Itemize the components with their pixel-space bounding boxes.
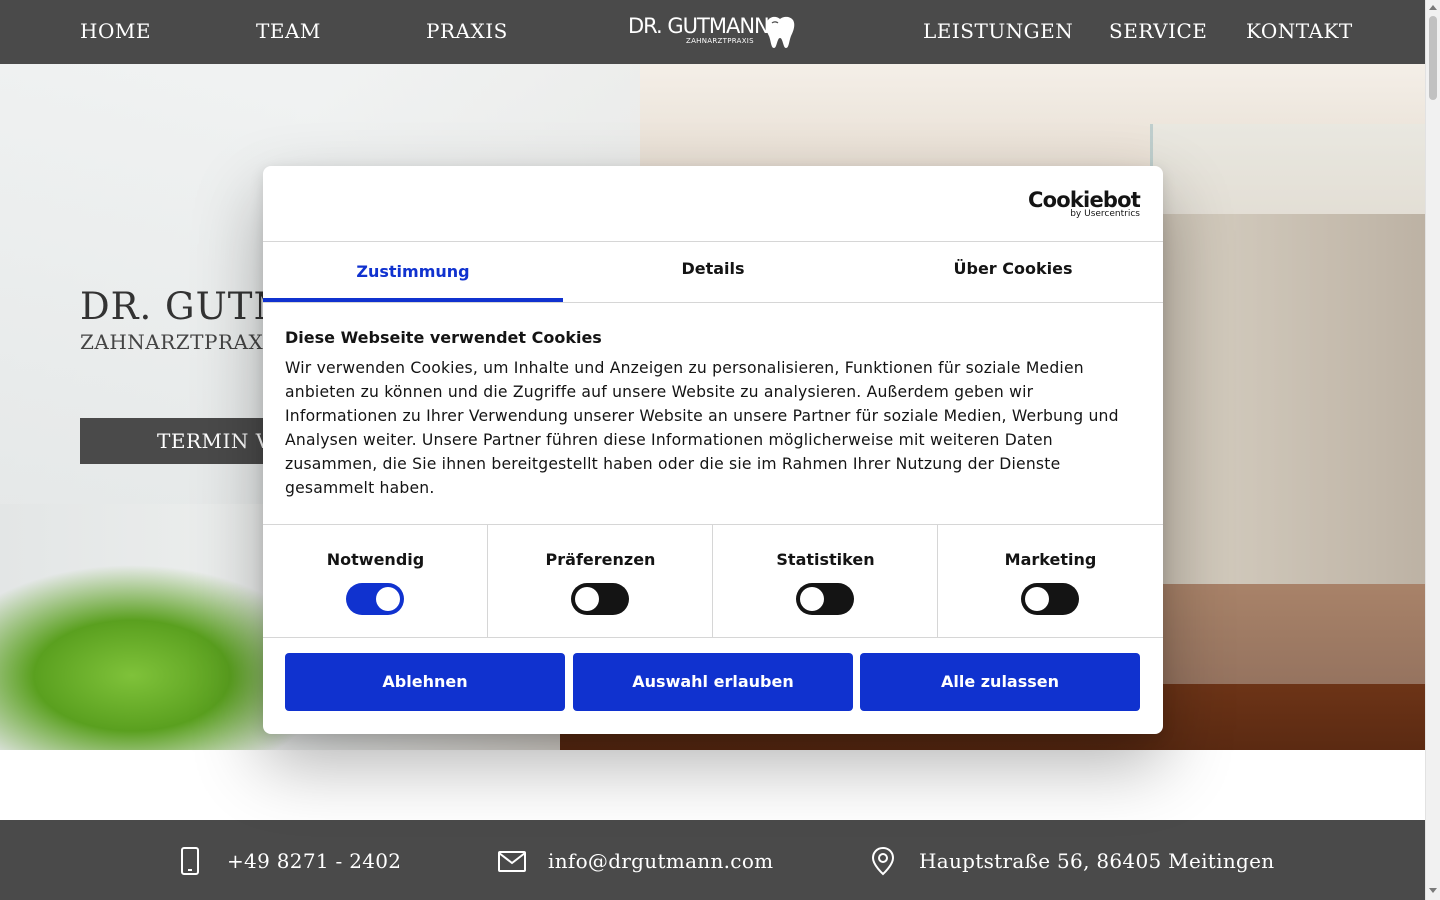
page-scrollbar[interactable] (1425, 0, 1440, 900)
nav-service[interactable]: SERVICE (1109, 18, 1207, 44)
toggle-knob (800, 587, 824, 611)
decline-button[interactable]: Ablehnen (285, 653, 565, 711)
cookie-dialog-tabs: Zustimmung Details Über Cookies (263, 242, 1163, 303)
toggle-knob (376, 587, 400, 611)
smartphone-icon (181, 847, 199, 875)
cookie-dialog-title: Diese Webseite verwendet Cookies (285, 328, 602, 347)
toggle-knob (575, 587, 599, 611)
contact-email[interactable]: info@drgutmann.com (497, 845, 773, 877)
scroll-up-arrow-icon[interactable] (1429, 5, 1437, 10)
consent-categories: Notwendig Präferenzen Statistiken Market… (263, 524, 1163, 638)
hero-background-glass-door (1150, 124, 1425, 684)
top-navigation: HOME TEAM PRAXIS DR. GUTMANN ZAHNARZTPRA… (0, 0, 1425, 64)
nav-praxis[interactable]: PRAXIS (426, 18, 508, 44)
contact-bar: +49 8271 - 2402 info@drgutmann.com Haupt… (0, 820, 1425, 900)
active-tab-indicator (263, 298, 563, 302)
cookie-dialog-header: Cookiebot by Usercentrics (263, 166, 1163, 242)
tooth-icon (766, 16, 795, 48)
cookie-dialog-text: Wir verwenden Cookies, um Inhalte und An… (285, 359, 1119, 497)
nav-home[interactable]: HOME (80, 18, 151, 44)
consent-label-notwendig: Notwendig (326, 550, 425, 569)
nav-kontakt[interactable]: KONTAKT (1246, 18, 1353, 44)
consent-category-notwendig: Notwendig (263, 525, 488, 637)
site-logo[interactable]: DR. GUTMANN ZAHNARZTPRAXIS (628, 12, 798, 52)
logo-name: DR. GUTMANN (628, 14, 770, 38)
hero-title: DR. GUTM (80, 285, 293, 328)
contact-phone-text: +49 8271 - 2402 (227, 849, 402, 873)
contact-email-text: info@drgutmann.com (548, 849, 774, 873)
toggle-statistiken[interactable] (796, 583, 854, 615)
toggle-knob (1025, 587, 1049, 611)
cookie-consent-dialog: Cookiebot by Usercentrics Zustimmung Det… (263, 166, 1163, 734)
contact-address-text: Hauptstraße 56, 86405 Meitingen (919, 849, 1275, 873)
hero-subtitle: ZAHNARZTPRAXI (80, 330, 272, 354)
allow-all-button[interactable]: Alle zulassen (860, 653, 1140, 711)
nav-team[interactable]: TEAM (256, 18, 321, 44)
allow-selection-button[interactable]: Auswahl erlauben (573, 653, 853, 711)
logo-subtitle: ZAHNARZTPRAXIS (686, 37, 754, 45)
contact-phone[interactable]: +49 8271 - 2402 (178, 845, 401, 877)
consent-category-praeferenzen: Präferenzen (488, 525, 713, 637)
envelope-icon (498, 851, 526, 872)
scroll-down-arrow-icon[interactable] (1429, 888, 1437, 893)
consent-label-statistiken: Statistiken (776, 550, 875, 569)
contact-address[interactable]: Hauptstraße 56, 86405 Meitingen (869, 845, 1274, 877)
consent-category-marketing: Marketing (938, 525, 1163, 637)
toggle-notwendig[interactable] (346, 583, 404, 615)
consent-label-praeferenzen: Präferenzen (545, 550, 656, 569)
cookiebot-logo: Cookiebot by Usercentrics (1028, 188, 1141, 220)
nav-leistungen[interactable]: LEISTUNGEN (923, 18, 1073, 44)
tab-ueber-cookies[interactable]: Über Cookies (863, 242, 1163, 302)
tab-zustimmung[interactable]: Zustimmung (263, 242, 563, 302)
map-pin-icon (871, 846, 895, 876)
tab-details[interactable]: Details (563, 242, 863, 302)
consent-category-statistiken: Statistiken (713, 525, 938, 637)
scrollbar-thumb[interactable] (1429, 16, 1437, 100)
consent-label-marketing: Marketing (1004, 550, 1097, 569)
toggle-praeferenzen[interactable] (571, 583, 629, 615)
toggle-marketing[interactable] (1021, 583, 1079, 615)
cookiebot-logo-byline: by Usercentrics (1070, 209, 1140, 219)
